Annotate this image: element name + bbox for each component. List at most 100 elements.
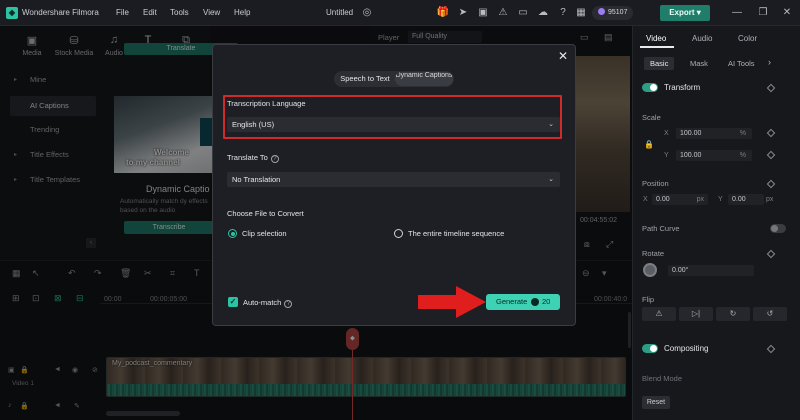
path-curve-label: Path Curve [642,224,680,233]
scale-y-value: 100.00 [680,152,702,159]
menu-help[interactable]: Help [234,8,250,17]
project-settings-icon[interactable]: ◎ [360,6,374,20]
scale-y-input[interactable]: 100.00% [676,150,752,161]
link-lock-icon[interactable]: 🔒 [644,140,654,149]
export-button[interactable]: Export ▾ [660,5,710,21]
folder-icon[interactable]: ▭ [516,6,530,20]
title-bar: ◆ Wondershare Filmora File Edit Tools Vi… [0,0,800,26]
auto-match-checkbox[interactable]: ✓ [228,297,238,307]
position-y-label: Y [718,196,723,203]
clip-selection-label[interactable]: Clip selection [242,229,287,238]
reset-button[interactable]: Reset [642,396,670,409]
rotate-clockwise-button[interactable]: ↻ [716,307,750,321]
px-unit: px [766,196,774,203]
flip-horizontal-button[interactable]: ⚠ [642,307,676,321]
tab-color[interactable]: Color [738,34,757,43]
red-arrow-annotation [418,286,486,318]
translate-to-label: Translate To? [227,153,279,163]
transcription-language-select[interactable]: English (US) ⌄ [227,117,560,132]
generate-cost: 20 [542,297,551,306]
transcription-language-value: English (US) [232,120,275,129]
help-icon[interactable]: ? [556,6,570,20]
send-icon[interactable]: ➤ [456,6,470,20]
compositing-toggle[interactable] [642,344,658,353]
percent-unit: % [739,152,746,159]
scale-x-label: X [664,130,669,137]
help-icon[interactable]: ? [284,300,293,308]
choose-file-label: Choose File to Convert [227,209,304,218]
menu-tools[interactable]: Tools [170,8,189,17]
chevron-right-icon[interactable]: › [768,57,771,67]
credit-coin-icon [598,8,605,15]
subtab-basic[interactable]: Basic [644,57,675,70]
menu-edit[interactable]: Edit [143,8,157,17]
position-y-input[interactable]: 0.00 [728,194,764,205]
percent-unit: % [739,130,746,137]
tab-video[interactable]: Video [646,34,666,43]
image-icon[interactable]: ▣ [476,6,490,20]
rotate-input[interactable]: 0.00° [668,265,754,276]
clip-selection-radio[interactable] [228,229,237,238]
chevron-down-icon: ⌄ [548,121,554,128]
subtab-ai-tools[interactable]: AI Tools [722,57,761,70]
position-x-label: X [643,196,648,203]
position-label: Position [642,179,669,188]
alert-icon[interactable]: ⚠ [496,6,510,20]
gift-icon[interactable]: 🎁 [436,6,450,20]
transform-label: Transform [664,83,701,92]
scale-y-label: Y [664,152,669,159]
tab-underline [640,46,674,48]
position-y-value: 0.00 [732,196,746,203]
path-curve-toggle[interactable] [770,224,786,233]
translate-to-value: No Translation [232,175,281,184]
scale-label: Scale [642,113,661,122]
generate-label: Generate [496,297,528,306]
scale-x-value: 100.00 [680,130,702,137]
rotate-counterclockwise-button[interactable]: ↺ [753,307,787,321]
rotate-label: Rotate [642,249,665,258]
flip-label: Flip [642,295,655,304]
filmora-logo-icon: ◆ [6,7,18,19]
credits-badge[interactable]: 95107 [592,6,634,20]
blend-mode-label: Blend Mode [642,374,683,383]
flip-horizontal-icon: ⚠ [655,309,663,318]
translate-to-text: Translate To [227,153,268,162]
generate-button[interactable]: Generate 20 [486,294,560,310]
subtab-mask[interactable]: Mask [684,57,714,70]
export-label: Export [669,8,695,17]
compositing-label: Compositing [664,344,709,353]
scale-x-input[interactable]: 100.00% [676,128,752,139]
transcription-language-label: Transcription Language [227,99,306,108]
menu-file[interactable]: File [116,8,129,17]
close-icon[interactable]: ✕ [556,49,570,63]
rotate-dial[interactable] [643,263,657,277]
help-icon[interactable]: ? [270,155,279,163]
project-title: Untitled [326,8,354,17]
chevron-down-icon: ⌄ [548,176,554,183]
menu-view[interactable]: View [203,8,220,17]
app-name: Wondershare Filmora [22,8,99,17]
px-unit: px [696,196,704,203]
credits-value: 95107 [608,9,628,16]
position-x-input[interactable]: 0.00 px [652,194,708,205]
credit-coin-icon [531,298,539,306]
rotate-cw-icon: ↻ [729,309,737,318]
tab-audio[interactable]: Audio [692,34,712,43]
minimize-icon[interactable]: — [730,6,744,20]
flip-vertical-button[interactable]: ▷| [679,307,713,321]
transform-toggle[interactable] [642,83,658,92]
tab-dynamic-captions[interactable]: Dynamic Captions [395,72,453,86]
auto-match-text: Auto-match [243,298,282,307]
entire-timeline-radio[interactable] [394,229,403,238]
entire-timeline-label[interactable]: The entire timeline sequence [408,229,504,238]
translate-to-select[interactable]: No Translation ⌄ [227,172,560,187]
position-x-value: 0.00 [656,196,670,203]
rotate-value: 0.00° [672,267,689,274]
auto-match-label: Auto-match? [243,298,293,308]
tab-speech-to-text[interactable]: Speech to Text [336,71,394,87]
close-window-icon[interactable]: ✕ [780,6,794,20]
flip-vertical-icon: ▷| [691,309,701,318]
grid-icon[interactable]: ▦ [574,6,588,20]
cloud-icon[interactable]: ☁ [536,6,550,20]
maximize-icon[interactable]: ❐ [756,6,770,20]
